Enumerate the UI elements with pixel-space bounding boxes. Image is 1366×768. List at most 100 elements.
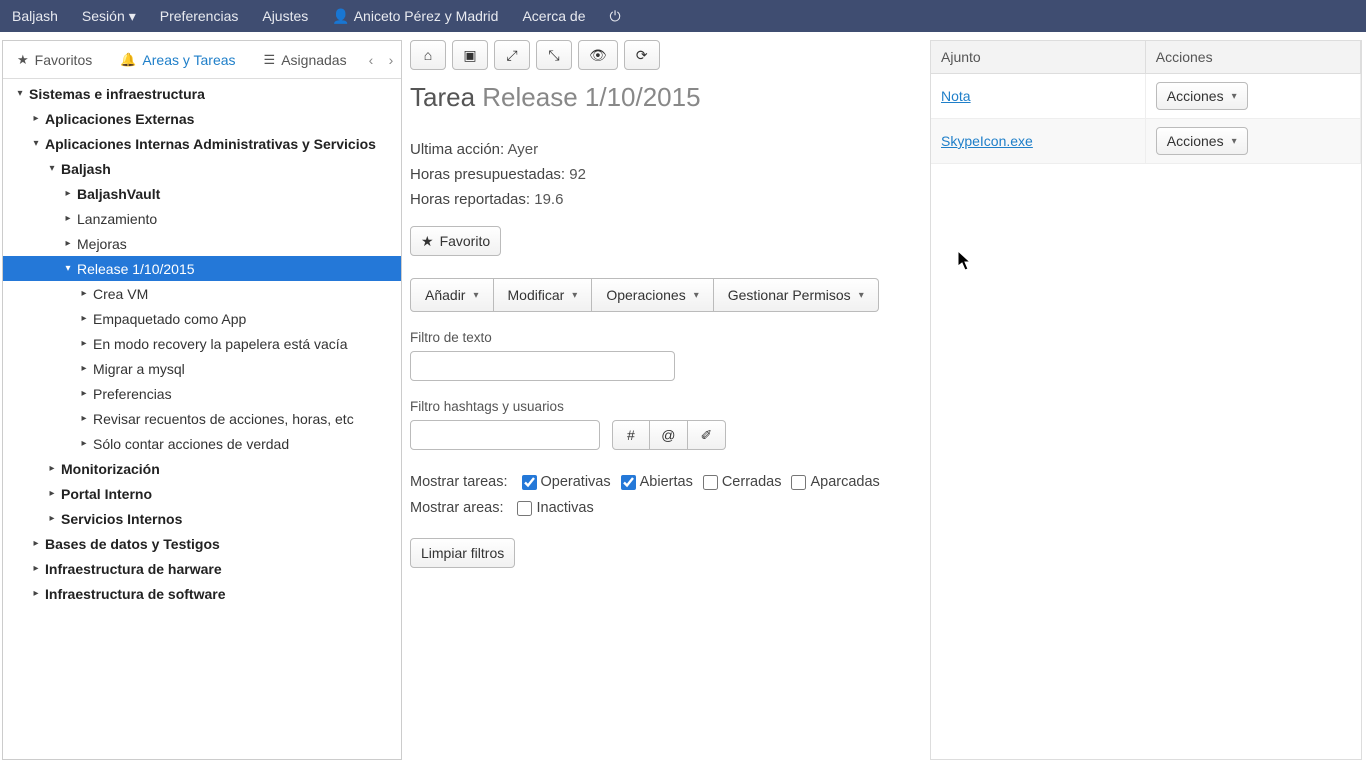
modify-dropdown[interactable]: Modificar▾ bbox=[494, 278, 593, 312]
collapse-button[interactable]: ⤡ bbox=[536, 40, 572, 70]
col-header-name: Ajunto bbox=[931, 41, 1145, 74]
checkbox-operativas[interactable] bbox=[522, 475, 537, 490]
left-panel: ★Favoritos 🔔Areas y Tareas ☰Asignadas 🖵 … bbox=[2, 40, 402, 760]
check-inactivas[interactable]: Inactivas bbox=[517, 500, 593, 516]
tag-filter-block: Filtro hashtags y usuarios # @ ✐ bbox=[410, 399, 930, 450]
text-filter-label: Filtro de texto bbox=[410, 330, 930, 345]
attachment-link[interactable]: SkypeIcon.exe bbox=[941, 133, 1033, 149]
clear-filters-button[interactable]: Limpiar filtros bbox=[410, 538, 515, 568]
tab-areas[interactable]: 🔔Areas y Tareas bbox=[106, 41, 249, 79]
operations-dropdown[interactable]: Operaciones▾ bbox=[592, 278, 713, 312]
nav-power[interactable]: ⏻ bbox=[610, 8, 621, 25]
tree-count[interactable]: ▸Sólo contar acciones de verdad bbox=[3, 431, 401, 456]
window-button[interactable]: ▣ bbox=[452, 40, 488, 70]
power-icon: ⏻ bbox=[610, 8, 621, 25]
tree-monitor[interactable]: ▸Monitorización bbox=[3, 456, 401, 481]
favorite-button[interactable]: ★ Favorito bbox=[410, 226, 501, 256]
refresh-button[interactable]: ⟳ bbox=[624, 40, 660, 70]
tree-improve[interactable]: ▸Mejoras bbox=[3, 231, 401, 256]
center-panel: ⌂ ▣ ⤢ ⤡ 👁 ⟳ Tarea Release 1/10/2015 Ulti… bbox=[402, 32, 930, 768]
tree-release[interactable]: ▾Release 1/10/2015 bbox=[3, 256, 401, 281]
tree-scroll[interactable]: ▾Sistemas e infraestructura ▸Aplicacione… bbox=[3, 79, 401, 759]
tag-buttons: # @ ✐ bbox=[612, 420, 726, 450]
home-button[interactable]: ⌂ bbox=[410, 40, 446, 70]
nav-settings[interactable]: Ajustes bbox=[262, 8, 308, 24]
page-title: Tarea Release 1/10/2015 bbox=[410, 82, 930, 113]
hash-button[interactable]: # bbox=[612, 420, 650, 450]
tree-prefs[interactable]: ▸Preferencias bbox=[3, 381, 401, 406]
tab-assigned[interactable]: ☰Asignadas bbox=[250, 41, 361, 79]
expand-icon: ⤢ bbox=[506, 47, 517, 64]
nav-user[interactable]: 👤Aniceto Pérez y Madrid bbox=[332, 8, 498, 25]
home-icon: ⌂ bbox=[424, 47, 432, 63]
meta-budget: Horas presupuestadas: 92 bbox=[410, 166, 930, 183]
tree-app-int[interactable]: ▾Aplicaciones Internas Administrativas y… bbox=[3, 131, 401, 156]
action-dropdown-bar: Añadir▾ Modificar▾ Operaciones▾ Gestiona… bbox=[410, 278, 930, 312]
tree-sw[interactable]: ▸Infraestructura de software bbox=[3, 581, 401, 606]
tag-filter-input[interactable] bbox=[410, 420, 600, 450]
permissions-dropdown[interactable]: Gestionar Permisos▾ bbox=[714, 278, 879, 312]
tree-mysql[interactable]: ▸Migrar a mysql bbox=[3, 356, 401, 381]
tabs-scroll-right[interactable]: › bbox=[381, 41, 401, 79]
show-areas-label: Mostrar areas: bbox=[410, 500, 503, 516]
chevron-down-icon: ▾ bbox=[859, 290, 864, 301]
checkbox-inactivas[interactable] bbox=[517, 501, 532, 516]
icon-toolbar: ⌂ ▣ ⤢ ⤡ 👁 ⟳ bbox=[410, 40, 930, 70]
tree-root[interactable]: ▾Sistemas e infraestructura bbox=[3, 81, 401, 106]
at-button[interactable]: @ bbox=[650, 420, 688, 450]
title-name: Release 1/10/2015 bbox=[482, 82, 700, 112]
text-filter-input[interactable] bbox=[410, 351, 675, 381]
check-operativas[interactable]: Operativas bbox=[522, 474, 611, 490]
text-filter-block: Filtro de texto bbox=[410, 330, 930, 381]
view-button[interactable]: 👁 bbox=[578, 40, 618, 70]
star-icon: ★ bbox=[17, 52, 29, 68]
tree-review[interactable]: ▸Revisar recuentos de acciones, horas, e… bbox=[3, 406, 401, 431]
row-actions-dropdown[interactable]: Acciones▾ bbox=[1156, 82, 1248, 110]
brand[interactable]: Baljash bbox=[12, 8, 58, 24]
chevron-down-icon: ▾ bbox=[1232, 136, 1237, 147]
tree-recovery[interactable]: ▸En modo recovery la papelera está vacía bbox=[3, 331, 401, 356]
title-prefix: Tarea bbox=[410, 82, 475, 112]
tabs-row: ★Favoritos 🔔Areas y Tareas ☰Asignadas 🖵 … bbox=[3, 41, 401, 79]
erase-button[interactable]: ✐ bbox=[688, 420, 726, 450]
nav-prefs[interactable]: Preferencias bbox=[160, 8, 239, 24]
eraser-icon: ✐ bbox=[701, 427, 713, 444]
col-header-actions: Acciones bbox=[1145, 41, 1360, 74]
top-navbar: Baljash Sesión ▾ Preferencias Ajustes 👤A… bbox=[0, 0, 1366, 32]
tree-baljash[interactable]: ▾Baljash bbox=[3, 156, 401, 181]
chevron-down-icon: ▾ bbox=[1232, 91, 1237, 102]
tree-vm[interactable]: ▸Crea VM bbox=[3, 281, 401, 306]
tabs-scroll-left[interactable]: ‹ bbox=[361, 41, 381, 79]
table-row: SkypeIcon.exe Acciones▾ bbox=[931, 119, 1361, 164]
tree-pack[interactable]: ▸Empaquetado como App bbox=[3, 306, 401, 331]
tree-services[interactable]: ▸Servicios Internos bbox=[3, 506, 401, 531]
attachment-link[interactable]: Nota bbox=[941, 88, 971, 104]
add-dropdown[interactable]: Añadir▾ bbox=[410, 278, 494, 312]
tree-portal[interactable]: ▸Portal Interno bbox=[3, 481, 401, 506]
check-aparcadas[interactable]: Aparcadas bbox=[791, 474, 879, 490]
nav-session[interactable]: Sesión ▾ bbox=[82, 8, 136, 25]
table-row: Nota Acciones▾ bbox=[931, 74, 1361, 119]
check-cerradas[interactable]: Cerradas bbox=[703, 474, 782, 490]
tree-db[interactable]: ▸Bases de datos y Testigos bbox=[3, 531, 401, 556]
nav-about[interactable]: Acerca de bbox=[522, 8, 585, 24]
collapse-icon: ⤡ bbox=[548, 47, 559, 64]
workspace: ★Favoritos 🔔Areas y Tareas ☰Asignadas 🖵 … bbox=[0, 32, 1366, 768]
star-icon: ★ bbox=[421, 233, 434, 250]
check-abiertas[interactable]: Abiertas bbox=[621, 474, 693, 490]
checkbox-aparcadas[interactable] bbox=[791, 475, 806, 490]
meta-last-action: Ultima acción: Ayer bbox=[410, 141, 930, 158]
tree-hw[interactable]: ▸Infraestructura de harware bbox=[3, 556, 401, 581]
expand-button[interactable]: ⤢ bbox=[494, 40, 530, 70]
checkbox-cerradas[interactable] bbox=[703, 475, 718, 490]
chevron-down-icon: ▾ bbox=[129, 8, 136, 25]
eye-icon: 👁 bbox=[589, 47, 607, 64]
tree-launch[interactable]: ▸Lanzamiento bbox=[3, 206, 401, 231]
show-tasks-label: Mostrar tareas: bbox=[410, 474, 508, 490]
checkbox-abiertas[interactable] bbox=[621, 475, 636, 490]
tree-app-ext[interactable]: ▸Aplicaciones Externas bbox=[3, 106, 401, 131]
tree-vault[interactable]: ▸BaljashVault bbox=[3, 181, 401, 206]
user-icon: 👤 bbox=[332, 8, 349, 25]
row-actions-dropdown[interactable]: Acciones▾ bbox=[1156, 127, 1248, 155]
tab-favorites[interactable]: ★Favoritos bbox=[3, 41, 106, 79]
